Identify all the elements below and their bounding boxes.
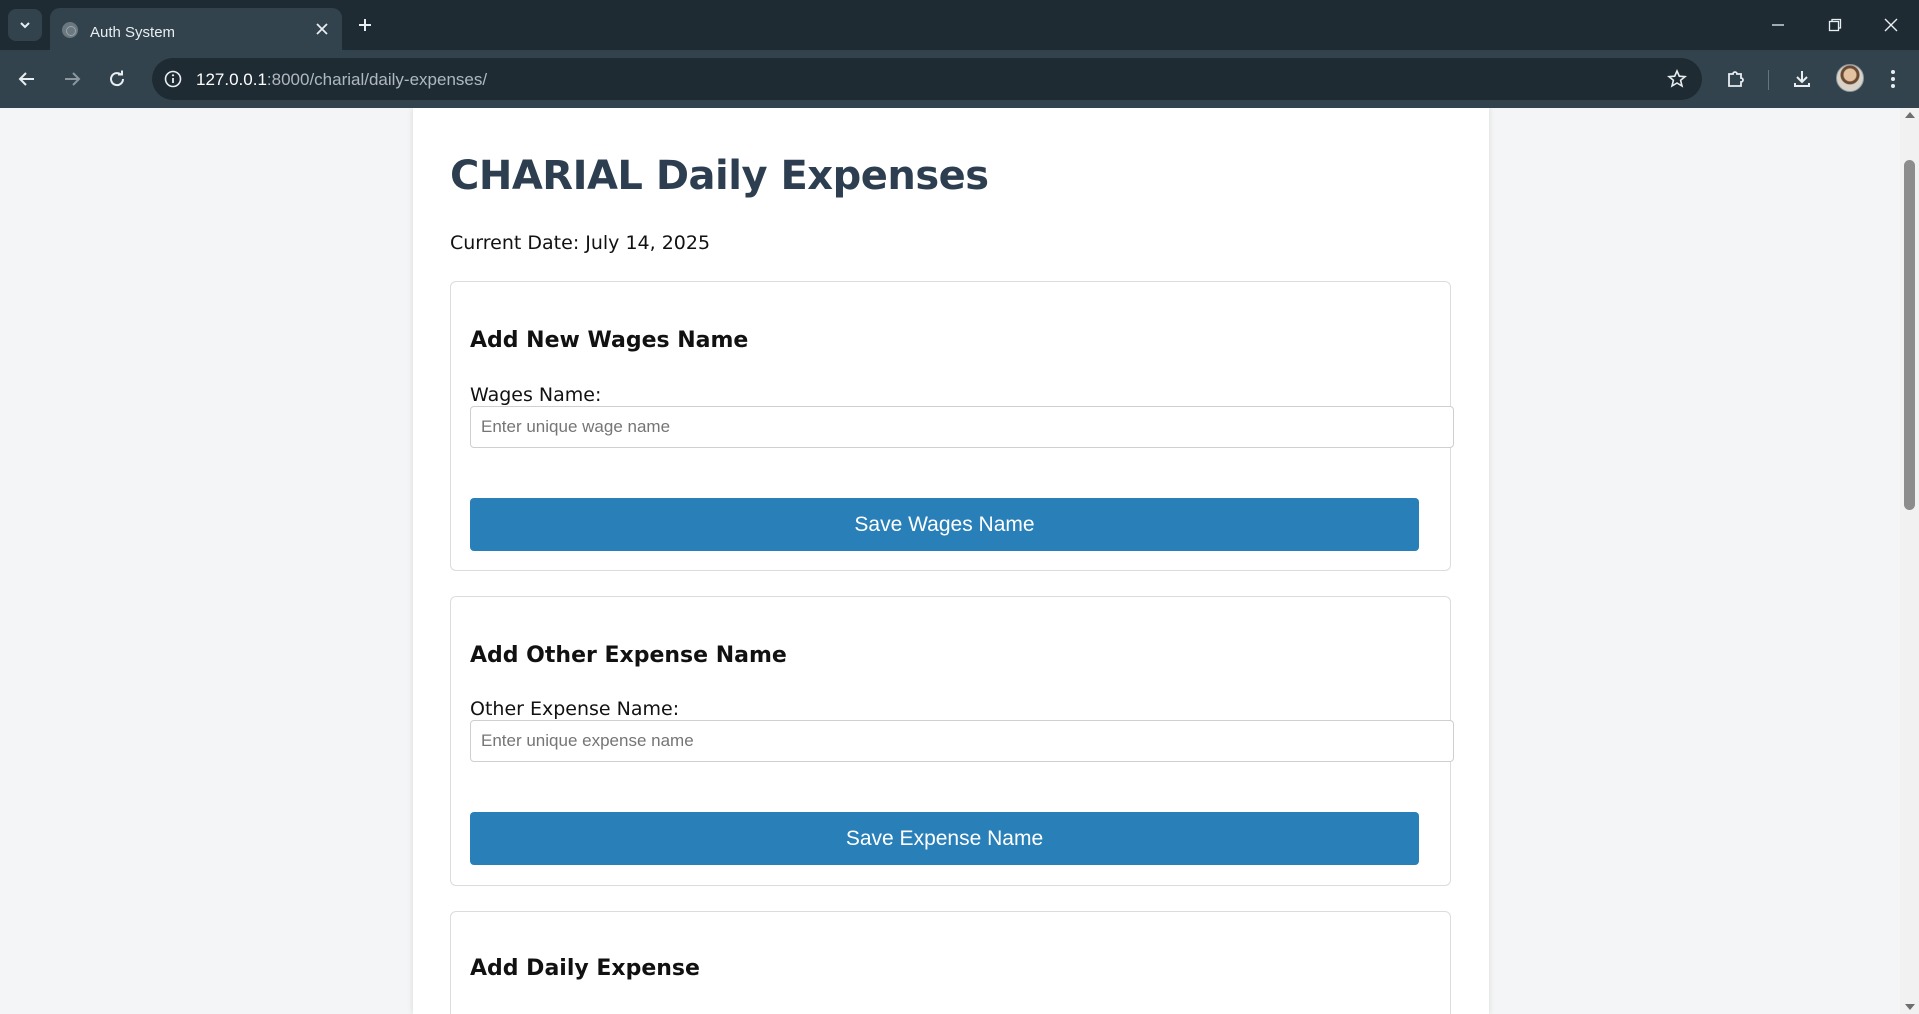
scroll-down-arrow-icon[interactable] xyxy=(1905,1004,1915,1010)
reload-button[interactable] xyxy=(103,65,131,93)
current-date: Current Date: July 14, 2025 xyxy=(450,232,711,254)
arrow-right-icon xyxy=(65,72,81,86)
address-bar[interactable]: 127.0.0.1:8000/charial/daily-expenses/ xyxy=(152,58,1702,100)
wages-name-input[interactable] xyxy=(470,406,1454,448)
tab-close-button[interactable] xyxy=(312,19,332,39)
other-expense-name-label: Other Expense Name: xyxy=(470,698,680,720)
more-vertical-icon xyxy=(1891,70,1895,88)
url-path: :8000/charial/daily-expenses/ xyxy=(266,70,488,89)
page-scrollbar[interactable] xyxy=(1900,108,1919,1014)
url-text: 127.0.0.1:8000/charial/daily-expenses/ xyxy=(196,70,487,90)
daily-expense-card: Add Daily Expense xyxy=(450,911,1451,1014)
page-viewport: CHARIAL Daily Expenses Current Date: Jul… xyxy=(0,108,1900,1014)
reload-icon xyxy=(110,70,125,87)
plus-icon xyxy=(359,19,371,31)
save-wages-name-button[interactable]: Save Wages Name xyxy=(470,498,1419,551)
extensions-button[interactable] xyxy=(1722,65,1750,93)
other-expense-card-heading: Add Other Expense Name xyxy=(470,643,787,668)
close-window-button[interactable] xyxy=(1878,12,1904,38)
other-expense-name-input[interactable] xyxy=(470,720,1454,762)
page-title: CHARIAL Daily Expenses xyxy=(450,153,989,199)
new-tab-button[interactable] xyxy=(352,12,378,38)
puzzle-icon xyxy=(1728,71,1744,87)
close-icon xyxy=(316,23,328,35)
chevron-down-icon xyxy=(20,22,30,29)
tab-title: Auth System xyxy=(90,24,176,41)
minimize-icon xyxy=(1772,24,1784,26)
browser-toolbar: 127.0.0.1:8000/charial/daily-expenses/ xyxy=(0,50,1919,108)
wages-name-label: Wages Name: xyxy=(470,384,602,406)
daily-expense-card-heading: Add Daily Expense xyxy=(470,956,700,981)
forward-button[interactable] xyxy=(58,65,86,93)
site-info-icon[interactable] xyxy=(162,68,184,90)
tab-search-button[interactable] xyxy=(8,9,42,41)
bookmark-star-icon[interactable] xyxy=(1666,68,1688,90)
toolbar-separator xyxy=(1768,70,1769,90)
restore-icon xyxy=(1828,18,1842,32)
close-icon xyxy=(1884,18,1898,32)
globe-icon xyxy=(62,22,78,38)
scroll-up-arrow-icon[interactable] xyxy=(1905,112,1915,118)
browser-menu-button[interactable] xyxy=(1879,65,1907,93)
browser-tab-bar: Auth System xyxy=(0,0,1919,50)
wages-card-heading: Add New Wages Name xyxy=(470,328,749,353)
main-container: CHARIAL Daily Expenses Current Date: Jul… xyxy=(413,108,1489,1014)
url-host: 127.0.0.1 xyxy=(196,70,267,89)
scrollbar-thumb[interactable] xyxy=(1904,160,1915,510)
back-button[interactable] xyxy=(13,65,41,93)
profile-avatar[interactable] xyxy=(1836,64,1864,92)
wages-name-card: Add New Wages Name Wages Name: Save Wage… xyxy=(450,281,1454,571)
download-icon xyxy=(1794,71,1810,87)
other-expense-name-card: Add Other Expense Name Other Expense Nam… xyxy=(450,596,1454,886)
restore-button[interactable] xyxy=(1822,12,1848,38)
save-expense-name-button[interactable]: Save Expense Name xyxy=(470,812,1419,865)
minimize-button[interactable] xyxy=(1765,12,1791,38)
arrow-left-icon xyxy=(18,72,34,86)
browser-tab-active[interactable]: Auth System xyxy=(50,8,342,50)
downloads-button[interactable] xyxy=(1788,65,1816,93)
